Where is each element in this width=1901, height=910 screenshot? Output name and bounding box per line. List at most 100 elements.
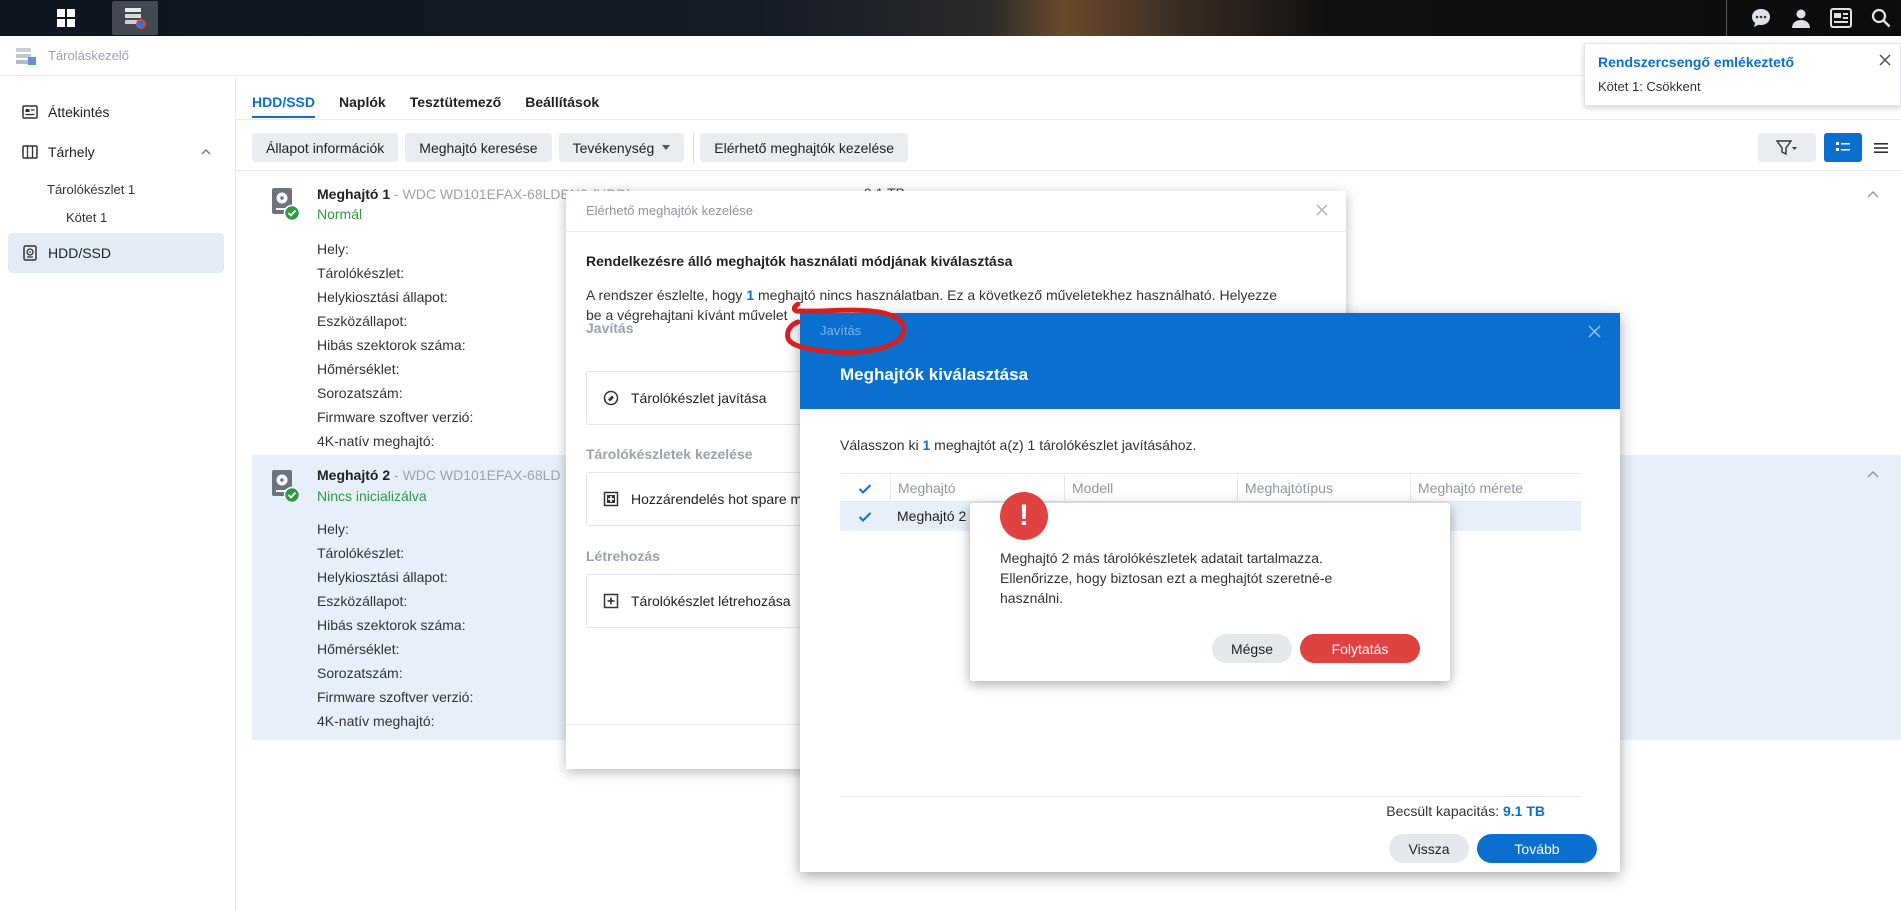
notification-title: Rendszercsengő emlékeztető <box>1598 54 1795 70</box>
filter-button[interactable] <box>1758 133 1816 162</box>
tab-logs[interactable]: Naplók <box>339 86 386 118</box>
sidebar-item-hdd[interactable]: HDD/SSD <box>8 233 224 273</box>
desc-text: A rendszer észlelte, hogy <box>586 287 747 303</box>
apps-grid-icon[interactable] <box>40 0 92 36</box>
chevron-up-icon[interactable] <box>1865 467 1881 483</box>
prop-label: Tárolókészlet: <box>317 265 405 281</box>
close-icon[interactable] <box>1588 325 1601 338</box>
section-manage: Tárolókészletek kezelése <box>586 446 753 462</box>
tab-hdd-ssd[interactable]: HDD/SSD <box>252 86 316 118</box>
capacity-value: 9.1 TB <box>1502 803 1545 819</box>
prop-label: Hely: <box>317 521 349 537</box>
storage-manager-app-icon[interactable] <box>112 1 158 35</box>
action-menu-label: Tevékenység <box>572 139 655 156</box>
chat-icon[interactable] <box>1741 0 1781 36</box>
section-create: Létrehozás <box>586 548 660 564</box>
option-label: Tárolókészlet javítása <box>631 390 767 406</box>
prop-label: Sorozatszám: <box>317 385 403 401</box>
sidebar-item-label: Tárhely <box>48 144 95 160</box>
hdd-ok-icon <box>272 188 300 221</box>
prop-label: Firmware szoftver verzió: <box>317 409 474 425</box>
notification-body: Kötet 1: Csökkent <box>1598 79 1701 94</box>
section-repair: Javítás <box>586 320 634 336</box>
search-icon[interactable] <box>1861 0 1901 36</box>
continue-button[interactable]: Folytatás <box>1300 634 1420 663</box>
prop-label: Eszközállapot: <box>317 593 408 609</box>
instr-text: Válasszon ki <box>840 437 923 453</box>
column-header-type[interactable]: Meghajtótípus <box>1237 474 1410 503</box>
alert-line: Meghajtó 2 más tárolókészletek adatait t… <box>1000 550 1323 566</box>
row-checkbox[interactable] <box>840 502 890 531</box>
prop-label: Firmware szoftver verzió: <box>317 689 474 705</box>
overview-icon <box>22 105 38 119</box>
toolbar: Állapot információk Meghajtó keresése Te… <box>252 133 915 163</box>
drive-properties: Hely: Tárolókészlet: Helykiosztási állap… <box>317 517 473 733</box>
chevron-up-icon[interactable] <box>200 146 212 158</box>
divider <box>236 119 1901 120</box>
tab-settings[interactable]: Beállítások <box>525 86 599 118</box>
find-drive-button[interactable]: Meghajtó keresése <box>405 133 552 162</box>
drive-status: Nincs inicializálva <box>317 488 427 504</box>
prop-label: Helykiosztási állapot: <box>317 289 448 305</box>
list-view-button[interactable] <box>1824 133 1862 162</box>
cancel-button[interactable]: Mégse <box>1212 634 1292 663</box>
sidebar-item-overview[interactable]: Áttekintés <box>8 92 224 132</box>
prop-label: Eszközállapot: <box>317 313 408 329</box>
next-button[interactable]: Tovább <box>1477 834 1597 863</box>
prop-label: Tárolókészlet: <box>317 545 405 561</box>
taskbar-divider <box>1726 0 1727 36</box>
hdd-ok-icon <box>272 470 300 503</box>
tab-bar: HDD/SSD Naplók Tesztütemező Beállítások <box>252 86 623 118</box>
dialog-header: Elérhető meghajtók kezelése <box>586 203 753 218</box>
alert-line: használni. <box>1000 590 1064 606</box>
storage-icon <box>22 145 38 159</box>
column-header-model[interactable]: Modell <box>1064 474 1237 503</box>
action-menu-button[interactable]: Tevékenység <box>558 133 685 162</box>
caret-down-icon <box>662 145 671 150</box>
compact-view-button[interactable] <box>1866 133 1896 162</box>
plus-box-icon <box>603 593 619 609</box>
tab-test-scheduler[interactable]: Tesztütemező <box>410 86 502 118</box>
notification-toast[interactable]: Rendszercsengő emlékeztető Kötet 1: Csök… <box>1584 43 1901 106</box>
sidebar-item-volume[interactable]: Kötet 1 <box>66 210 107 225</box>
compact-view-toggle <box>1866 133 1901 162</box>
dialog-title: Meghajtók kiválasztása <box>840 365 1029 384</box>
close-icon[interactable] <box>1316 204 1328 216</box>
column-header-size[interactable]: Meghajtó mérete <box>1410 474 1581 503</box>
back-button[interactable]: Vissza <box>1389 834 1469 863</box>
desc-text: meghajtó nincs használatban. Ez a követk… <box>754 287 1278 303</box>
close-icon[interactable] <box>1878 53 1892 67</box>
sidebar: Áttekintés Tárhely Tárolókészlet 1 Kötet… <box>0 77 236 910</box>
annotation-scribble <box>785 302 907 355</box>
user-icon[interactable] <box>1781 0 1821 36</box>
warning-alert: ! Meghajtó 2 más tárolókészletek adatait… <box>970 492 1450 681</box>
drive-name-text: Meghajtó 2 <box>317 467 391 483</box>
view-mode-toggle <box>1824 133 1869 162</box>
table-header-row: Meghajtó Modell Meghajtótípus Meghajtó m… <box>840 473 1581 503</box>
sidebar-item-storage[interactable]: Tárhely <box>8 132 224 172</box>
list-view-icon <box>1836 141 1850 151</box>
widgets-icon[interactable] <box>1821 0 1861 36</box>
divider <box>840 796 1581 797</box>
chevron-up-icon[interactable] <box>1865 187 1881 203</box>
prop-label: Hibás szektorok száma: <box>317 337 466 353</box>
checkmark-icon <box>858 511 872 522</box>
dialog-heading: Rendelkezésre álló meghajtók használati … <box>586 253 1013 269</box>
status-info-button[interactable]: Állapot információk <box>252 133 399 162</box>
divider <box>236 170 1901 171</box>
add-box-icon <box>603 491 619 507</box>
divider <box>566 231 1346 232</box>
view-controls <box>1758 133 1823 162</box>
prop-label: Sorozatszám: <box>317 665 403 681</box>
prop-label: 4K-natív meghajtó: <box>317 433 435 449</box>
taskbar <box>0 0 1901 36</box>
estimated-capacity: Becsült kapacitás: 9.1 TB <box>1386 803 1545 819</box>
manage-available-drives-button[interactable]: Elérhető meghajtók kezelése <box>700 133 909 162</box>
checkmark-icon <box>858 483 872 494</box>
drive-status: Normál <box>317 206 363 222</box>
sidebar-item-pool[interactable]: Tárolókészlet 1 <box>47 182 135 197</box>
unused-drive-count: 1 <box>746 287 755 303</box>
capacity-label: Becsült kapacitás: <box>1386 803 1503 819</box>
select-all-checkbox[interactable] <box>840 474 890 503</box>
prop-label: Hibás szektorok száma: <box>317 617 466 633</box>
